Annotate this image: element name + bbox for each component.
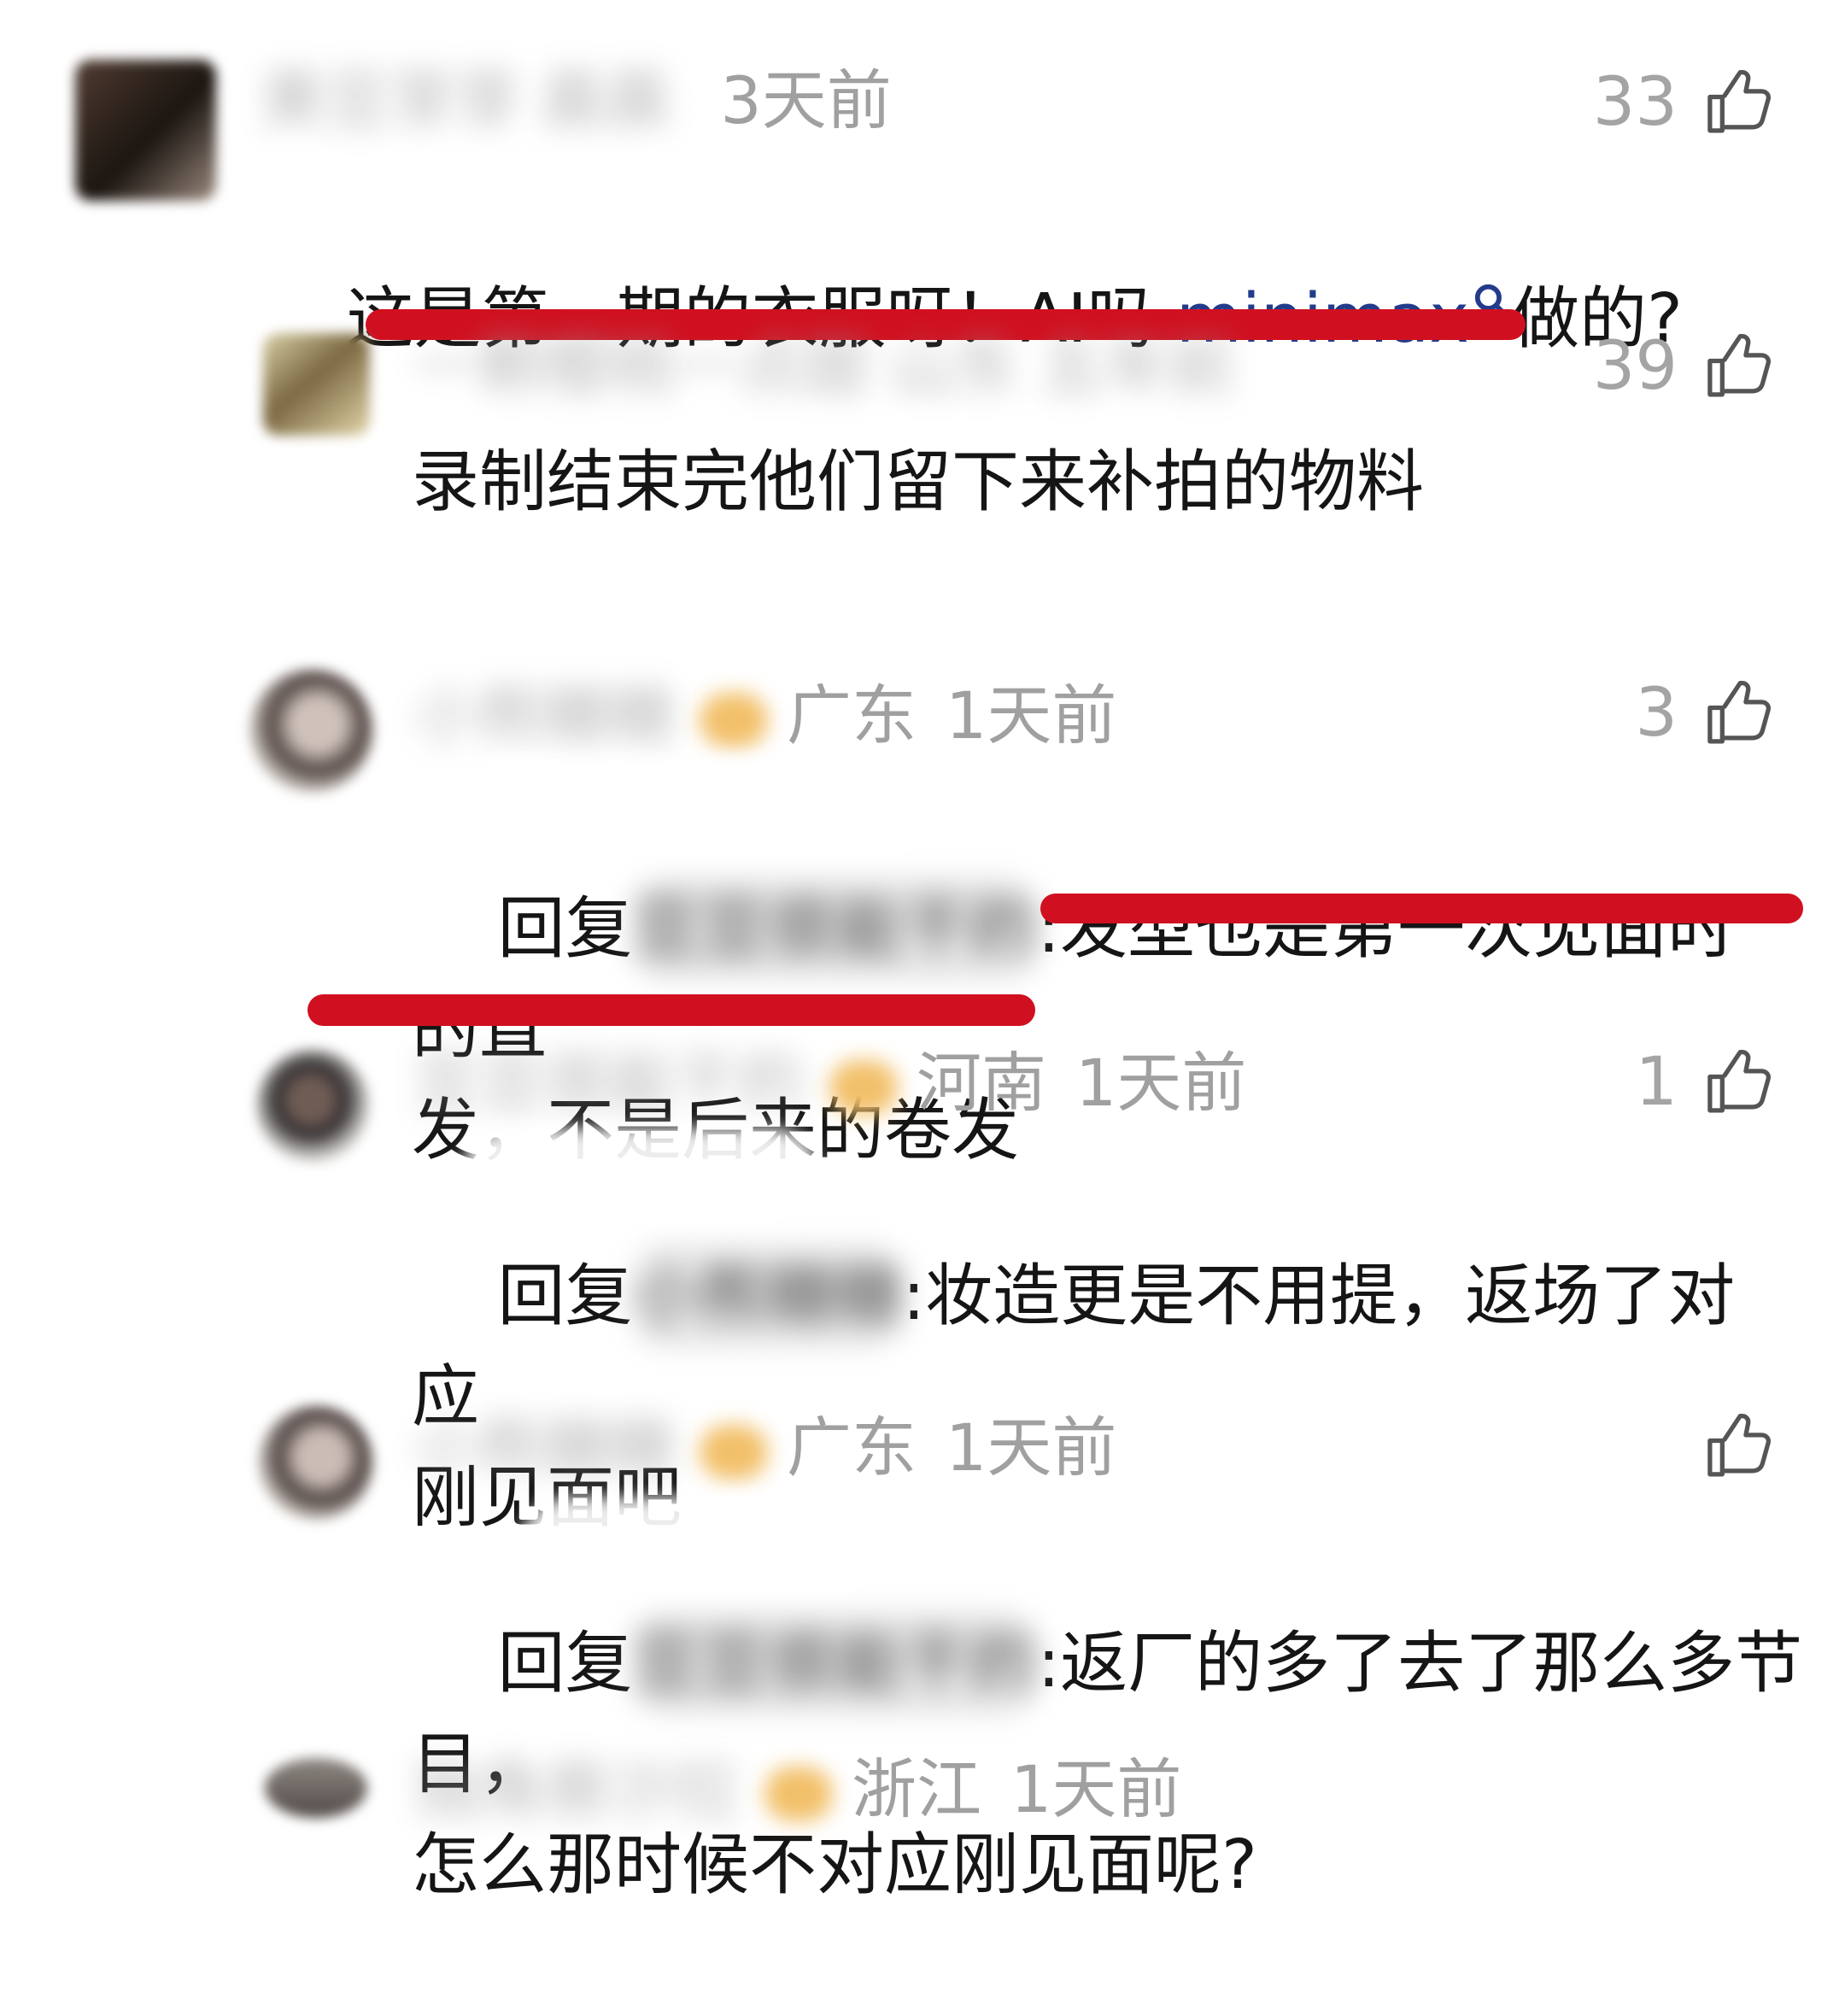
reply-mention[interactable]: 豆豆很能干的 xyxy=(632,878,1038,979)
timestamp: 1天前 xyxy=(946,677,1117,753)
highlight-stroke xyxy=(1040,894,1803,923)
user-name[interactable]: 黄豆芽芽 晨晨 xyxy=(261,62,671,138)
user-name[interactable]: 小熊糖糖 xyxy=(414,1409,674,1486)
avatar[interactable] xyxy=(258,1405,373,1521)
timestamp: 1天前 xyxy=(1075,1045,1247,1121)
comment-meta: 豆豆很能干的 河南 1天前 xyxy=(414,1051,1246,1116)
region: 广东 xyxy=(787,1409,917,1486)
heart-icon xyxy=(700,693,768,747)
user-name[interactable]: 豆豆很能干的 xyxy=(414,1045,804,1121)
avatar[interactable] xyxy=(265,1758,367,1818)
highlight-stroke xyxy=(308,994,1035,1026)
thumbs-up-icon xyxy=(1707,1049,1771,1113)
like-button[interactable]: 39 xyxy=(1593,328,1775,405)
like-count: 3 xyxy=(1635,675,1678,752)
region: 浙江 xyxy=(852,1751,981,1827)
like-count: 33 xyxy=(1592,64,1678,141)
avatar[interactable] xyxy=(256,1049,370,1163)
avatar[interactable] xyxy=(249,669,373,793)
user-name[interactable]: 一颗樱桃一点甜 山东 五年前 xyxy=(414,329,1234,405)
comment-meta: 独角兽沙拉 浙江 1天前 xyxy=(414,1757,1181,1822)
reply-mention[interactable]: 小熊糖糖 xyxy=(632,1245,903,1346)
like-button[interactable]: 3 xyxy=(1635,675,1775,752)
reply-mention[interactable]: 豆豆很能干的 xyxy=(632,1613,1038,1714)
avatar[interactable] xyxy=(75,60,216,201)
like-button[interactable]: 33 xyxy=(1593,64,1775,141)
comment-text: 录制结束完他们留下来补拍的物料 xyxy=(412,442,1424,521)
thumbs-up-icon xyxy=(1707,1413,1771,1477)
privacy-blur xyxy=(448,760,944,854)
timestamp: 1天前 xyxy=(1010,1751,1182,1827)
timestamp: 1天前 xyxy=(946,1409,1117,1486)
thumbs-up-icon xyxy=(1707,333,1771,397)
comment-meta: 小熊糖糖 广东 1天前 xyxy=(414,1415,1116,1480)
comment-meta: 小熊糖糖 广东 1天前 xyxy=(414,683,1116,748)
comment-meta: 一颗樱桃一点甜 山东 五年前 xyxy=(414,335,1234,400)
like-count: 39 xyxy=(1592,328,1678,405)
privacy-blur xyxy=(461,1128,820,1222)
comment-meta: 黄豆芽芽 晨晨 3天前 xyxy=(261,68,892,133)
heart-icon xyxy=(700,1425,768,1480)
user-name[interactable]: 小熊糖糖 xyxy=(414,677,674,753)
privacy-blur xyxy=(521,1497,901,1591)
like-count: 1 xyxy=(1635,1044,1678,1121)
heart-icon xyxy=(829,1060,898,1115)
region: 广东 xyxy=(787,677,917,753)
region: 河南 xyxy=(917,1045,1046,1121)
thumbs-up-icon xyxy=(1707,680,1771,744)
heart-icon xyxy=(764,1767,833,1821)
thumbs-up-icon xyxy=(1707,69,1771,133)
avatar[interactable] xyxy=(263,333,370,436)
like-button[interactable] xyxy=(1678,1408,1775,1485)
user-name[interactable]: 独角兽沙拉 xyxy=(414,1751,739,1827)
like-button[interactable]: 1 xyxy=(1635,1044,1775,1121)
timestamp: 3天前 xyxy=(720,62,892,138)
